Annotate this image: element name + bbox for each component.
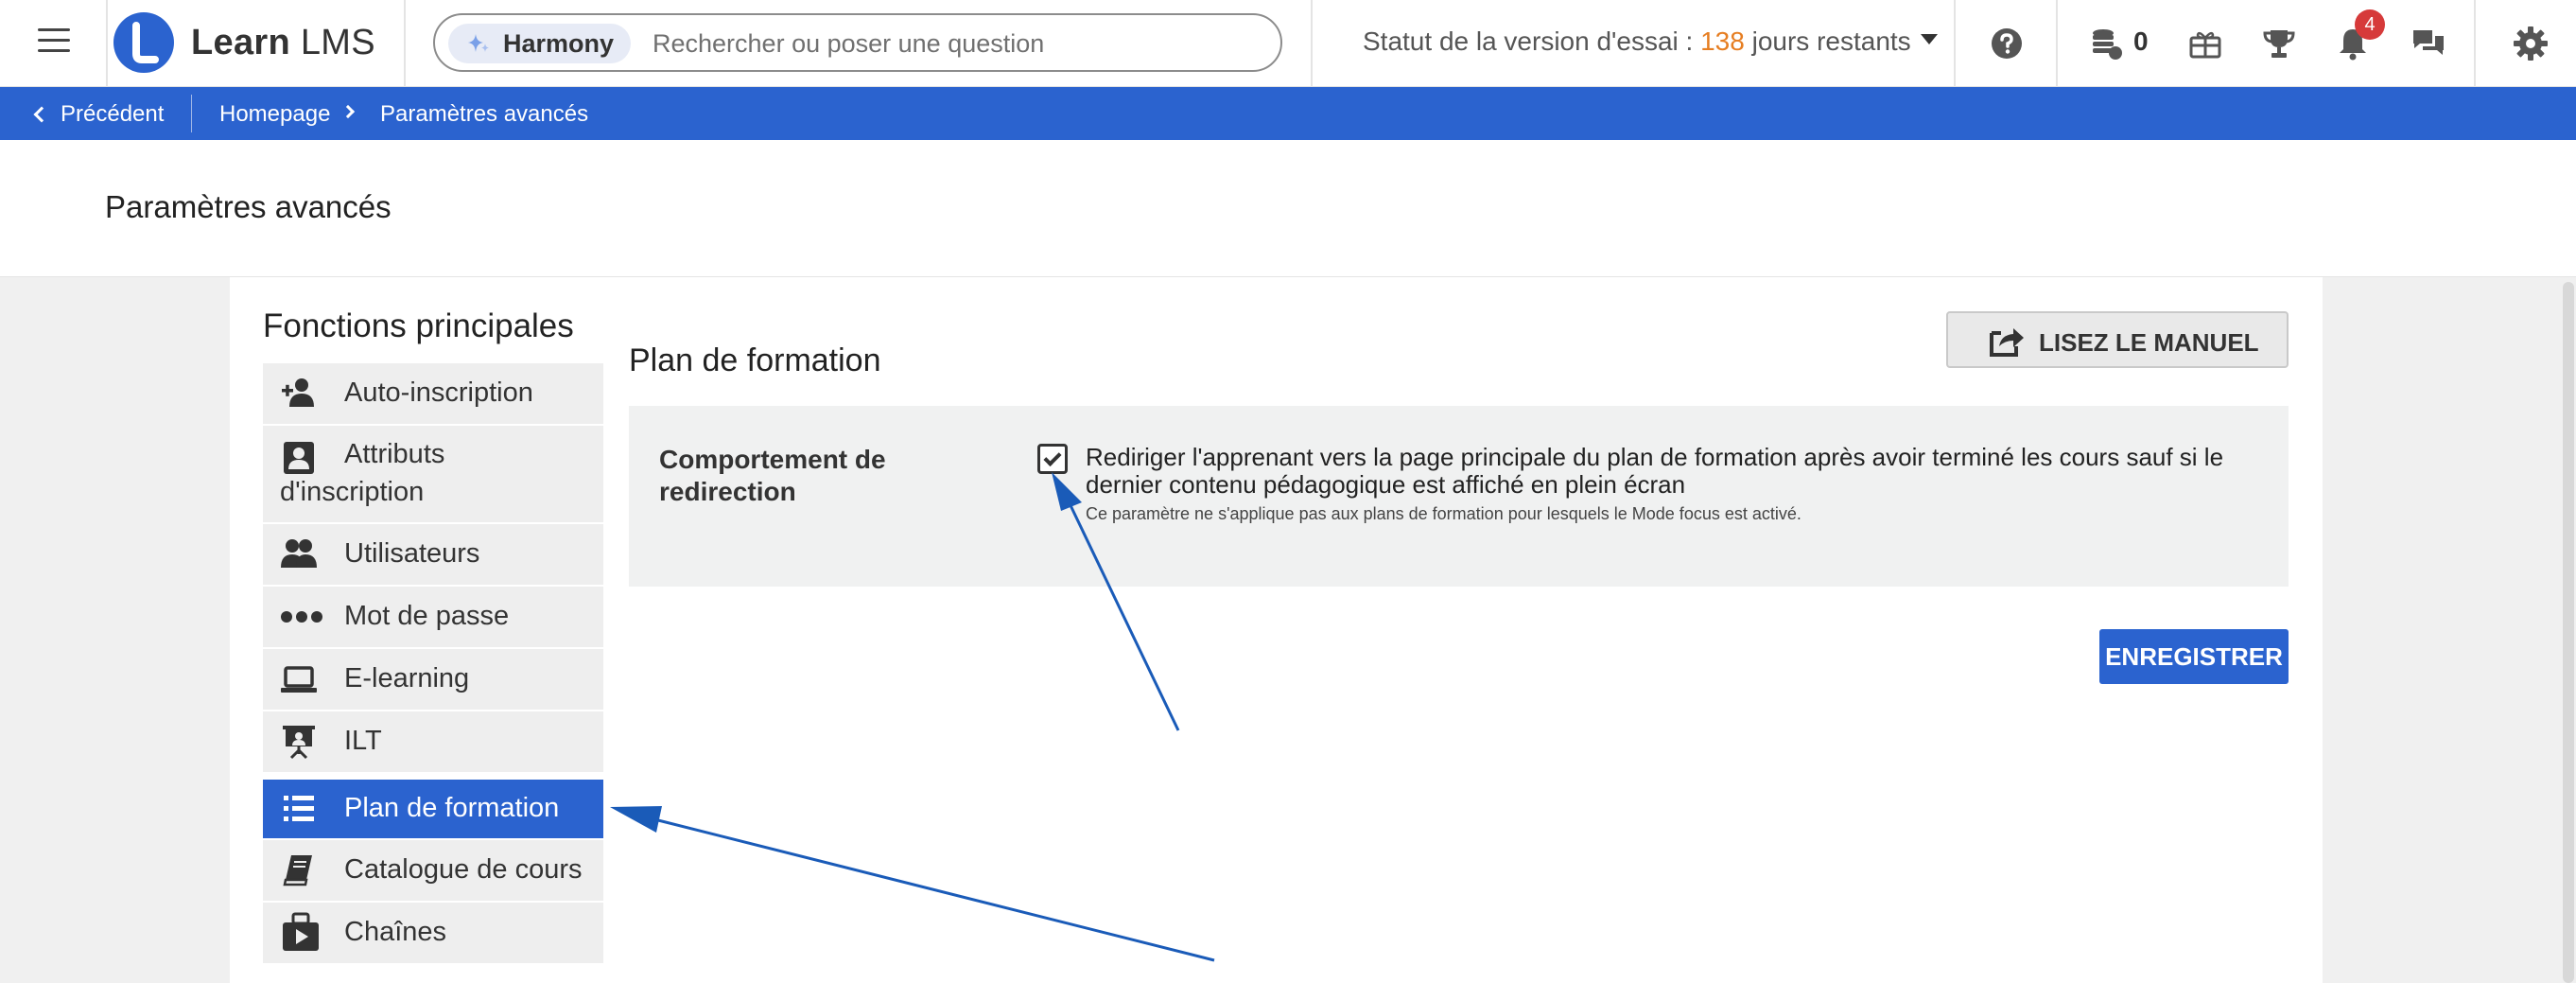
brand-name: Learn LMS	[191, 23, 375, 62]
breadcrumb-divider	[191, 95, 192, 132]
logo-icon[interactable]	[113, 12, 174, 73]
sidebar-item-mot-de-passe[interactable]: Mot de passe	[263, 587, 603, 647]
page-header: Paramètres avancés	[0, 140, 2576, 277]
harmony-label: Harmony	[503, 29, 615, 58]
topbar-divider	[106, 0, 108, 87]
setting-description: Rediriger l'apprenant vers la page princ…	[1086, 443, 2224, 499]
topbar-divider	[1954, 0, 1956, 87]
sidebar-item-utilisateurs[interactable]: Utilisateurs	[263, 524, 603, 585]
redirect-checkbox[interactable]	[1037, 444, 1068, 474]
list-icon	[284, 796, 314, 821]
save-button[interactable]: ENREGISTRER	[2099, 629, 2289, 684]
read-manual-button[interactable]: LISEZ LE MANUEL	[1946, 311, 2289, 368]
redirect-setting-box: Comportement de redirection Rediriger l'…	[629, 406, 2289, 587]
menu-icon[interactable]	[38, 28, 70, 57]
coins-icon[interactable]	[2088, 25, 2126, 62]
sidebar-item-auto-inscription[interactable]: Auto-inscription	[263, 363, 603, 424]
topbar-divider	[2056, 0, 2058, 87]
sidebar-item-ilt[interactable]: ILT	[263, 711, 603, 772]
sidebar-heading: Fonctions principales	[263, 307, 574, 344]
search-input[interactable]	[653, 23, 1258, 64]
chevron-right-icon	[340, 104, 356, 119]
chat-icon[interactable]	[2410, 25, 2447, 62]
chevron-left-icon	[33, 106, 50, 123]
caret-down-icon	[1920, 34, 1938, 45]
notification-badge: 4	[2355, 9, 2385, 40]
breadcrumb: Précédent Homepage Paramètres avancés	[0, 87, 2576, 140]
setting-hint: Ce paramètre ne s'applique pas aux plans…	[1086, 504, 1801, 523]
sidebar-item-catalogue-de-cours[interactable]: Catalogue de cours	[263, 840, 603, 901]
sidebar-item-e-learning[interactable]: E-learning	[263, 649, 603, 710]
trial-days: 138	[1700, 26, 1745, 56]
help-icon[interactable]	[1988, 25, 2026, 62]
presentation-icon	[283, 726, 315, 760]
sidebar-item-chaines[interactable]: Chaînes	[263, 903, 603, 963]
book-icon	[283, 855, 312, 886]
page-title: Paramètres avancés	[105, 189, 392, 224]
sidebar-item-attributs-inscription[interactable]: Attributs d'inscription	[263, 426, 603, 522]
laptop-icon	[281, 666, 317, 693]
topbar-divider	[2474, 0, 2476, 87]
harmony-button[interactable]: Harmony	[448, 24, 632, 63]
gift-icon[interactable]	[2186, 25, 2224, 62]
gear-icon[interactable]	[2512, 25, 2550, 62]
trophy-icon[interactable]	[2260, 25, 2298, 62]
page-scrollbar[interactable]	[2563, 282, 2574, 983]
trial-status-dropdown[interactable]: Statut de la version d'essai : 138 jours…	[1363, 26, 1938, 57]
sparkle-icon	[468, 34, 489, 52]
users-icon	[281, 539, 317, 568]
breadcrumb-current: Paramètres avancés	[380, 101, 589, 127]
checkmark-icon	[1043, 448, 1062, 467]
section-title: Plan de formation	[629, 342, 881, 378]
topbar-divider	[1311, 0, 1313, 87]
setting-label: Comportement de redirection	[659, 445, 886, 506]
topbar-divider	[404, 0, 406, 87]
coin-count: 0	[2133, 26, 2149, 56]
top-bar: Learn LMS Harmony Statut de la version d…	[0, 0, 2576, 87]
channels-icon	[283, 912, 319, 951]
back-link[interactable]: Précédent	[33, 101, 164, 128]
share-icon	[1990, 328, 2024, 357]
search-bar[interactable]: Harmony	[433, 13, 1282, 72]
user-plus-icon	[282, 378, 314, 407]
breadcrumb-home-link[interactable]: Homepage	[219, 101, 330, 128]
dots-icon	[281, 611, 322, 623]
sidebar-item-plan-de-formation[interactable]: Plan de formation	[263, 780, 603, 838]
